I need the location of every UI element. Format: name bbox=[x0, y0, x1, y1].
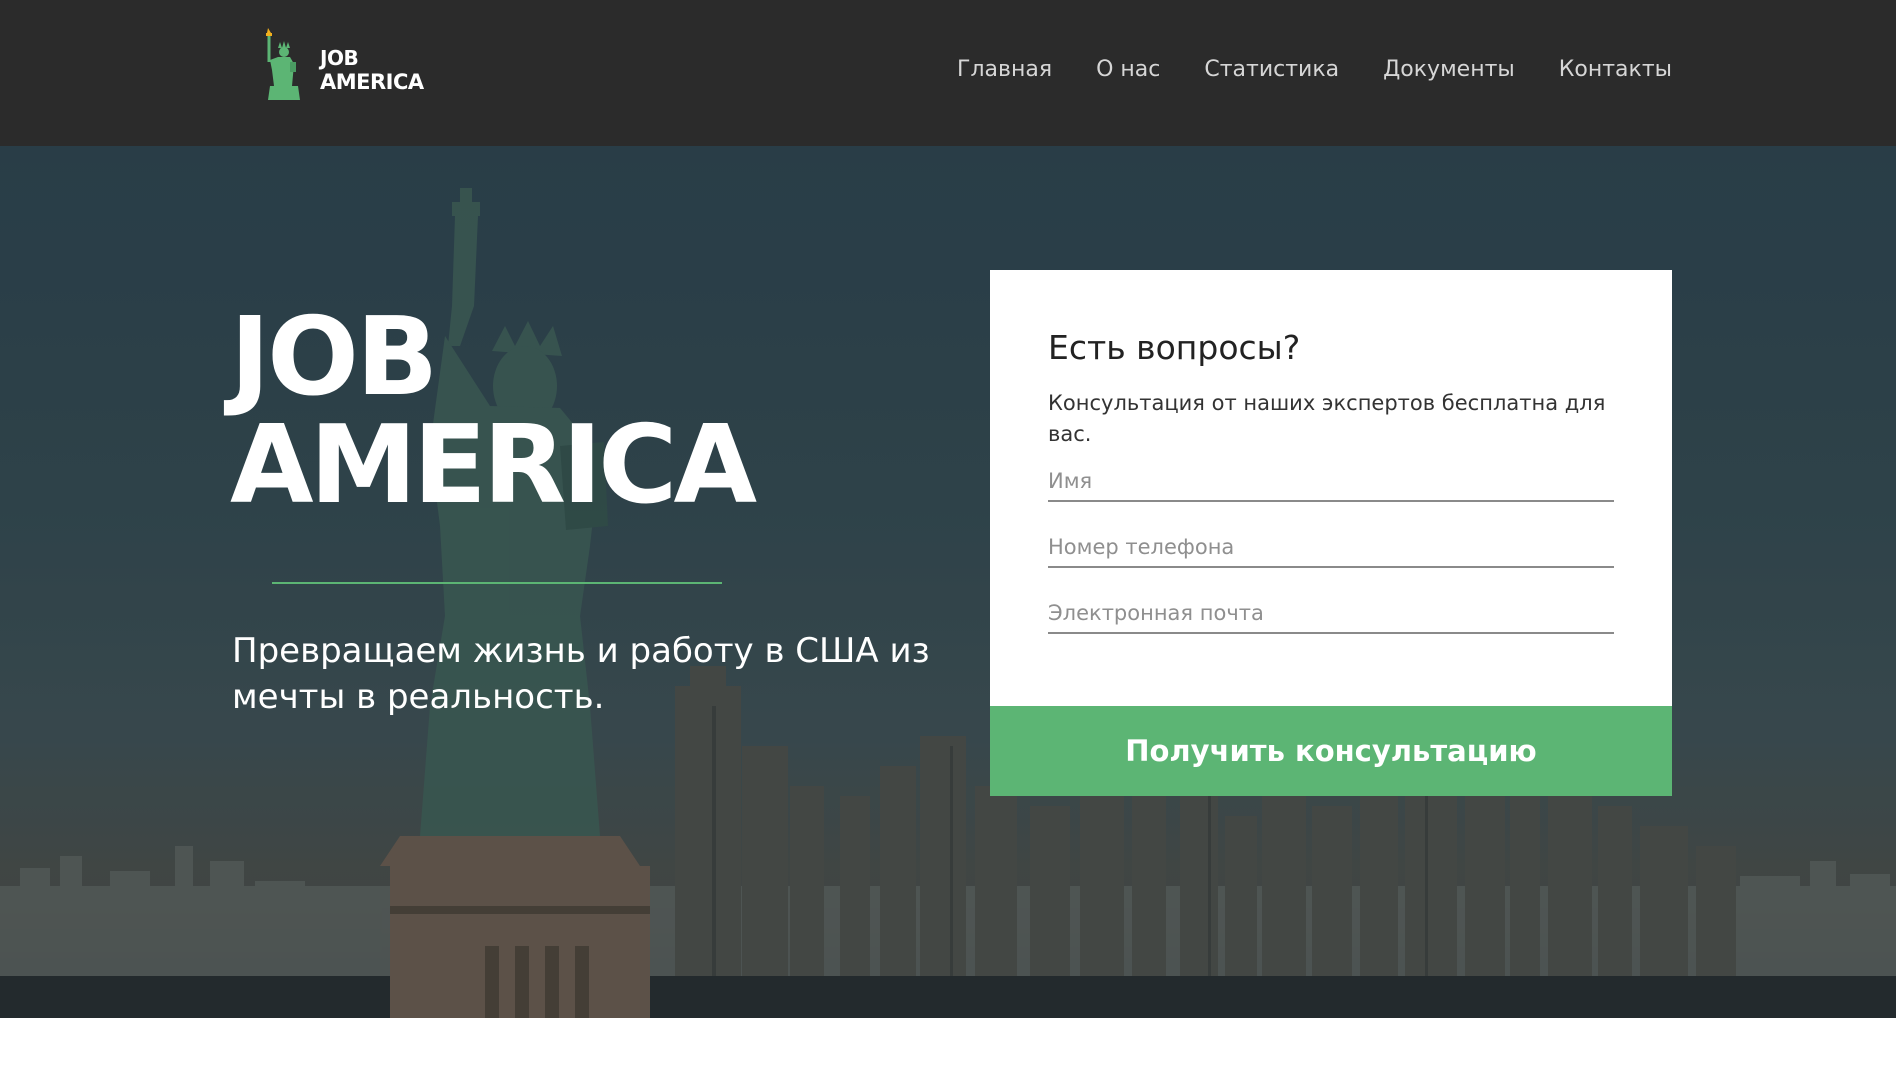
hero-subtitle: Превращаем жизнь и работу в США из мечты… bbox=[232, 631, 930, 717]
nav-link-about[interactable]: О нас bbox=[1096, 52, 1160, 88]
form-title: Есть вопросы? bbox=[1048, 328, 1301, 367]
main-nav: Главная О нас Статистика Документы Конта… bbox=[957, 52, 1672, 88]
email-input[interactable] bbox=[1048, 594, 1614, 634]
site-logo[interactable]: JOB AMERICA bbox=[258, 26, 438, 100]
form-description: Консультация от наших экспертов бесплатн… bbox=[1048, 391, 1606, 446]
nav-link-documents[interactable]: Документы bbox=[1383, 52, 1515, 88]
hero-divider bbox=[272, 582, 722, 584]
hero-title-job: JOB bbox=[230, 295, 438, 420]
consultation-form: Есть вопросы? Консультация от наших эксп… bbox=[990, 270, 1672, 796]
logo-text-america: AMERICA bbox=[320, 70, 424, 94]
nav-link-home[interactable]: Главная bbox=[957, 52, 1052, 88]
name-input[interactable] bbox=[1048, 462, 1614, 502]
statue-of-liberty-icon bbox=[266, 28, 300, 100]
hero-title: JOB AMERICA bbox=[230, 295, 757, 528]
hero-title-america: AMERICA bbox=[230, 403, 757, 528]
nav-link-contacts[interactable]: Контакты bbox=[1559, 52, 1672, 88]
logo-text-job: JOB bbox=[320, 46, 359, 70]
phone-input[interactable] bbox=[1048, 528, 1614, 568]
site-header: JOB AMERICA Главная О нас Статистика Док… bbox=[0, 0, 1896, 146]
get-consultation-button[interactable]: Получить консультацию bbox=[990, 706, 1672, 796]
consultation-form-body: Есть вопросы? Консультация от наших эксп… bbox=[1048, 328, 1614, 634]
logo-text: JOB AMERICA bbox=[320, 46, 424, 94]
hero-section: JOB AMERICA Превращаем жизнь и работу в … bbox=[0, 146, 1896, 1018]
nav-link-statistics[interactable]: Статистика bbox=[1204, 52, 1339, 88]
